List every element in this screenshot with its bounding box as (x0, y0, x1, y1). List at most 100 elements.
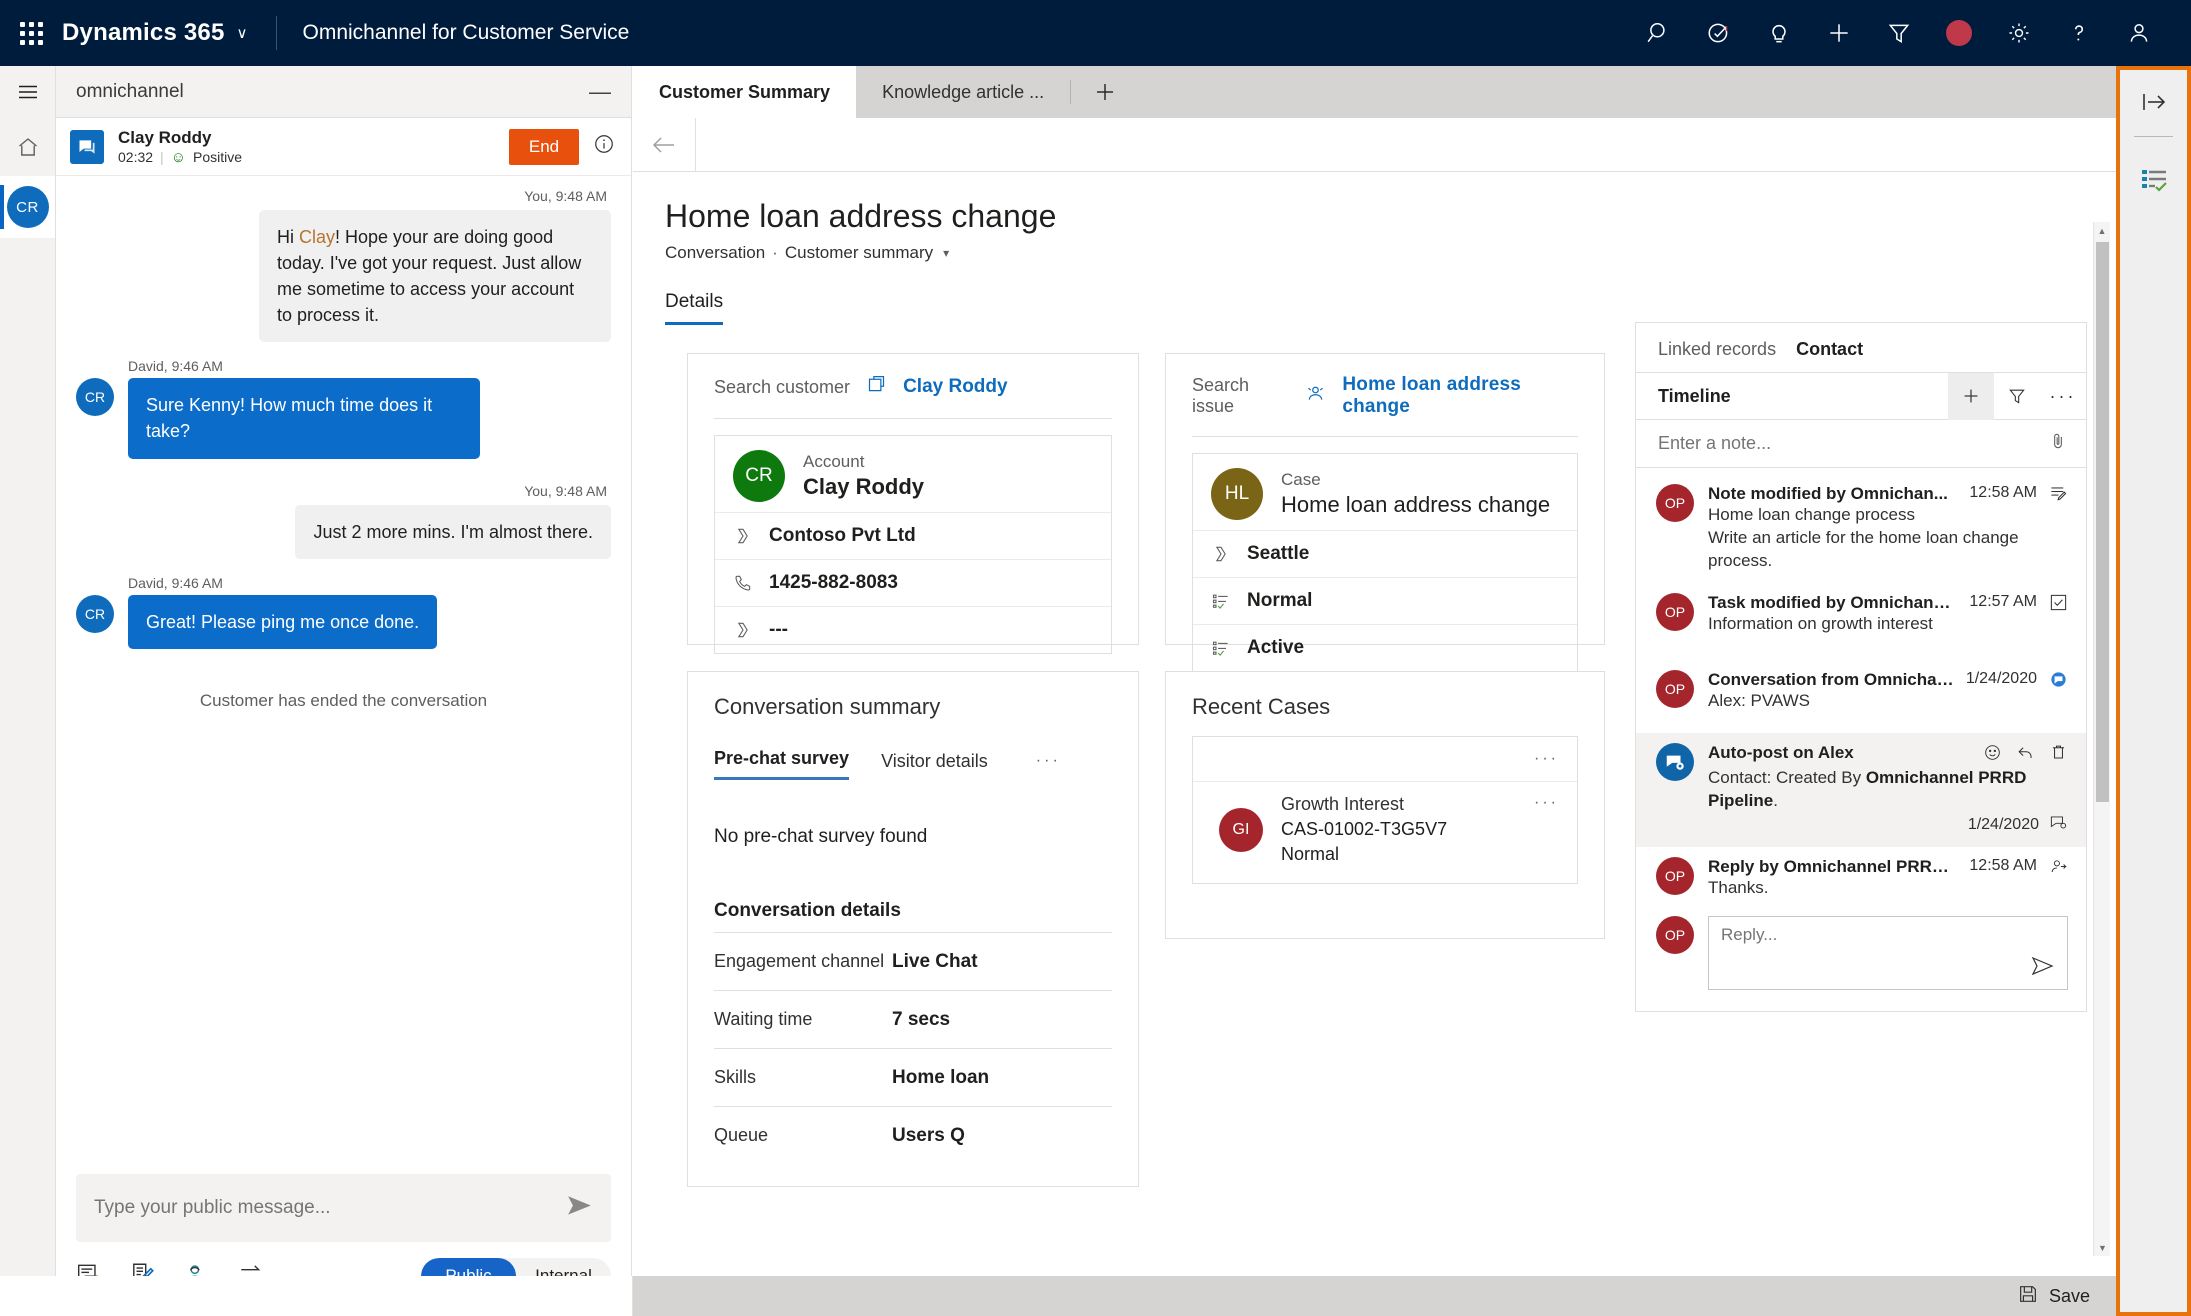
timeline-filter-icon[interactable] (1994, 373, 2040, 420)
message-timestamp: You, 9:48 AM (524, 188, 607, 204)
list-item[interactable]: GI Growth Interest CAS-01002-T3G5V7 Norm… (1193, 781, 1577, 883)
session-item-clay-roddy[interactable]: CR (0, 176, 55, 238)
search-customer-value[interactable]: Clay Roddy (903, 376, 1008, 398)
vertical-scrollbar[interactable]: ▲ ▼ (2093, 222, 2110, 1256)
timeline-item[interactable]: OP Task modified by Omnichann... 12:57 A… (1636, 583, 2086, 646)
timeline-note-row[interactable] (1636, 420, 2086, 468)
timeline-item[interactable]: OP Reply by Omnichannel PRRD Pipeline 12… (1636, 847, 2086, 910)
search-icon[interactable] (1629, 0, 1689, 66)
scrollbar-thumb[interactable] (2096, 242, 2109, 802)
tab-linked-records[interactable]: Linked records (1658, 339, 1776, 360)
case-search-row: Search issue Home loan address change (1192, 374, 1578, 437)
detail-key: Queue (714, 1125, 769, 1145)
customer-field-row: --- (715, 606, 1111, 653)
scroll-down-icon[interactable]: ▼ (2094, 1239, 2111, 1256)
timeline-item[interactable]: OP Note modified by Omnichan... 12:58 AM… (1636, 474, 2086, 583)
tab-visitor-details[interactable]: Visitor details (881, 751, 988, 780)
message-text-prefix: Hi (277, 227, 299, 247)
session-avatar: CR (6, 186, 49, 228)
conversation-details-heading: Conversation details (714, 900, 901, 921)
save-label: Save (2048, 1285, 2090, 1306)
session-tab-strip: Customer Summary Knowledge article ... (633, 66, 2116, 118)
user-account-icon[interactable] (2109, 0, 2169, 66)
case-card: Search issue Home loan address change HL (1165, 353, 1605, 672)
timeline-reply-input[interactable] (1721, 924, 2055, 945)
chevron-down-icon[interactable]: ∨ (237, 24, 248, 42)
app-launcher-icon[interactable] (0, 21, 62, 45)
recent-cases-card: Recent Cases ··· GI Growth Interest CAS-… (1165, 671, 1605, 939)
end-conversation-button[interactable]: End (509, 128, 579, 165)
timeline-title: Timeline (1658, 385, 1731, 406)
add-tab-icon[interactable] (1071, 66, 1139, 118)
scroll-up-icon[interactable]: ▲ (2094, 222, 2110, 239)
tab-knowledge-article[interactable]: Knowledge article ... (856, 66, 1070, 118)
tab-customer-summary[interactable]: Customer Summary (633, 66, 857, 118)
tab-contact[interactable]: Contact (1796, 339, 1863, 360)
open-record-icon[interactable] (866, 374, 887, 400)
save-button[interactable]: Save (633, 1276, 2116, 1316)
timeline-item-title: Note modified by Omnichan... (1708, 484, 1948, 503)
timeline-item[interactable]: Auto-post on Alex Contact: Created By Om… (1636, 732, 2086, 847)
text-field-icon (733, 620, 753, 640)
conversation-customer-name: Clay Roddy (118, 127, 212, 147)
recent-cases-heading: Recent Cases (1192, 694, 1331, 719)
help-icon[interactable] (2049, 0, 2109, 66)
message-bubble-incoming: Sure Kenny! How much time does it take? (128, 378, 480, 459)
post-reply-icon (2049, 857, 2068, 876)
info-icon[interactable] (593, 133, 615, 160)
timeline-reply-box[interactable] (1708, 915, 2068, 990)
customer-field-value: Contoso Pvt Ltd (769, 525, 916, 546)
presence-icon[interactable] (1929, 0, 1989, 66)
send-icon[interactable] (567, 1195, 593, 1222)
detail-key: Engagement channel (714, 951, 885, 971)
tab-pre-chat-survey[interactable]: Pre-chat survey (714, 748, 850, 780)
send-icon[interactable] (2031, 956, 2055, 981)
tab-details[interactable]: Details (665, 291, 724, 325)
timeline-note-input[interactable] (1658, 433, 2048, 454)
emoji-icon[interactable] (1983, 743, 2002, 767)
message-timestamp: David, 9:46 AM (128, 574, 223, 591)
filter-icon[interactable] (1869, 0, 1929, 66)
delete-icon[interactable] (2049, 743, 2068, 767)
divider (2134, 136, 2173, 137)
timeline-item[interactable]: OP Conversation from Omnichan... 1/24/20… (1636, 660, 2086, 723)
search-customer-label: Search customer (714, 376, 851, 397)
case-field-row: Normal (1193, 577, 1577, 624)
chevron-down-icon[interactable]: ▾ (943, 246, 949, 260)
case-entity-type: Case (1281, 470, 1321, 489)
timeline-add-icon[interactable] (1948, 372, 1994, 420)
message-input[interactable] (94, 1197, 567, 1219)
insights-icon[interactable] (1749, 0, 1809, 66)
case-person-icon[interactable] (1305, 383, 1326, 409)
timeline-item-actions (1973, 743, 2068, 767)
optionset-icon (1211, 638, 1231, 658)
timeline-more-icon[interactable]: ··· (2040, 373, 2086, 420)
minimize-icon[interactable]: — (589, 80, 611, 103)
recent-case-number: CAS-01002-T3G5V7 (1281, 819, 1448, 839)
site-map-icon[interactable] (0, 66, 55, 118)
timeline-item-time: 12:58 AM (1969, 856, 2037, 874)
agent-script-icon[interactable] (2120, 147, 2187, 211)
reply-icon[interactable] (2016, 743, 2035, 767)
message-composer[interactable] (76, 1174, 611, 1242)
message-avatar: CR (76, 378, 114, 417)
recent-case-more-icon[interactable]: ··· (1534, 794, 1559, 812)
home-icon[interactable] (0, 118, 55, 176)
search-issue-value[interactable]: Home loan address change (1342, 374, 1578, 418)
settings-gear-icon[interactable] (1989, 0, 2049, 66)
timeline-item-title: Task modified by Omnichann... (1708, 592, 1958, 612)
assign-icon[interactable] (1689, 0, 1749, 66)
recent-cases-more-icon[interactable]: ··· (1193, 737, 1577, 781)
timeline-list: OP Note modified by Omnichan... 12:58 AM… (1636, 468, 2086, 1000)
attachment-icon[interactable] (2048, 431, 2068, 456)
conversation-header: Clay Roddy 02:32 | ☺ Positive End (56, 118, 631, 176)
case-entity-name: Home loan address change (1281, 492, 1551, 517)
breadcrumb-form[interactable]: Customer summary (785, 243, 933, 263)
more-tabs-icon[interactable]: ··· (1036, 752, 1061, 780)
avatar: OP (1656, 669, 1694, 708)
add-icon[interactable] (1809, 0, 1869, 66)
back-arrow-icon[interactable] (633, 134, 695, 156)
conversation-summary-tabs: Pre-chat survey Visitor details ··· (714, 748, 1112, 780)
expand-panel-icon[interactable] (2120, 70, 2187, 134)
detail-value: Home loan (892, 1066, 990, 1088)
